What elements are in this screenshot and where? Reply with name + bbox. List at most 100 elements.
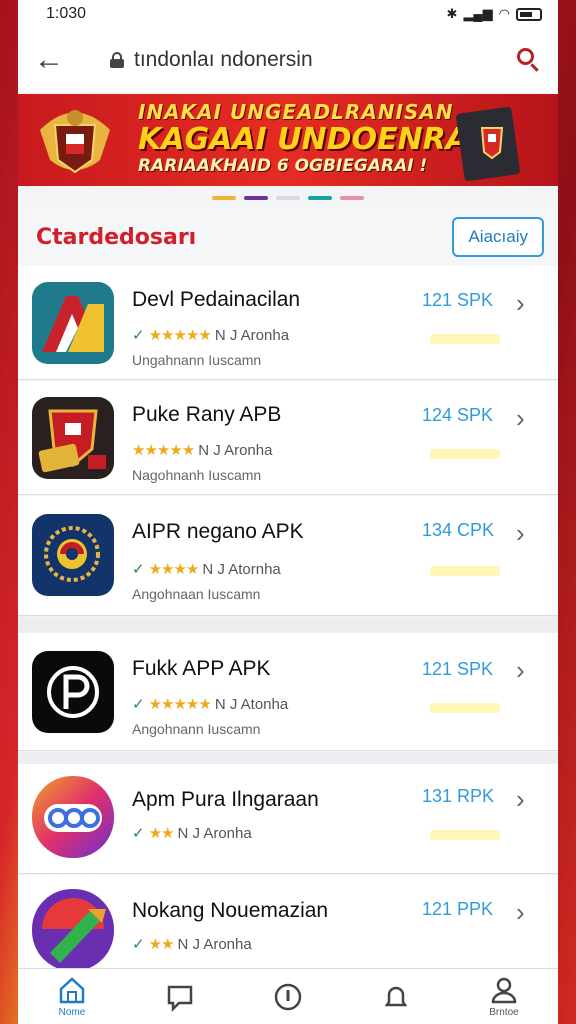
list-item[interactable]: Devl Pedainacilan ✓ ★★★★★ N J Aronha Ung… xyxy=(18,266,558,380)
nav-notifications[interactable] xyxy=(356,982,436,1012)
banner-line-2: KAGAAI UNDOENRAAI xyxy=(138,122,504,157)
signal-icon: ▂▄▆ xyxy=(463,6,493,21)
app-logo-icon xyxy=(32,282,114,364)
section-title: Ctardedosarı xyxy=(36,224,197,250)
app-rating: ✓ ★★ N J Aronha xyxy=(132,824,252,843)
app-developer: Nagohnanh Iuscamn xyxy=(132,467,262,483)
rating-text: N J Aronha xyxy=(198,441,273,459)
app-logo-icon xyxy=(32,397,114,479)
nav-info[interactable] xyxy=(248,982,328,1012)
highlight-bar xyxy=(430,703,500,713)
chevron-right-icon[interactable]: › xyxy=(516,655,525,686)
bottom-navigation: Nome Brntoe xyxy=(18,968,558,1024)
status-bar: 1:030 ✱ ▂▄▆ ◠ xyxy=(18,0,558,28)
app-logo-icon xyxy=(32,651,114,733)
chevron-right-icon[interactable]: › xyxy=(516,288,525,319)
promo-banner[interactable]: INAKAI UNGEADLRANISAN KAGAAI UNDOENRAAI … xyxy=(18,94,558,186)
app-name: AIPR negano APK xyxy=(132,520,304,543)
status-icons: ✱ ▂▄▆ ◠ xyxy=(447,6,542,22)
nav-home[interactable]: Nome xyxy=(32,975,112,1018)
passport-icon xyxy=(456,106,520,182)
app-rating: ✓ ★★★★★ N J Aronha xyxy=(132,326,290,345)
highlight-bar xyxy=(430,830,500,840)
app-name: Apm Pura Ilngaraan xyxy=(132,788,319,811)
verified-icon: ✓ xyxy=(132,561,145,578)
carousel-indicator xyxy=(18,196,558,204)
list-item[interactable]: Fukk APP APK ✓ ★★★★★ N J Atonha Angohnan… xyxy=(18,633,558,751)
app-rating: ✓ ★★★★ N J Atornha xyxy=(132,560,281,579)
carousel-dot[interactable] xyxy=(244,196,268,200)
url-text[interactable]: tındonlaı ndonersin xyxy=(134,48,516,72)
rating-text: N J Atornha xyxy=(202,560,281,578)
app-rating: ✓ ★★ N J Aronha xyxy=(132,935,252,954)
highlight-bar xyxy=(430,566,500,576)
star-rating: ★★★★★ xyxy=(148,696,212,713)
home-icon xyxy=(59,977,85,1004)
banner-line-3: RARIAAKHAID 6 OGBIEGARAI ! xyxy=(138,156,428,176)
rating-text: N J Aronha xyxy=(177,824,252,842)
app-logo-icon xyxy=(32,776,114,858)
rating-text: N J Atonha xyxy=(214,695,289,713)
banner-line-1: INAKAI UNGEADLRANISAN xyxy=(138,100,454,124)
highlight-bar xyxy=(430,449,500,459)
divider xyxy=(18,617,558,633)
carousel-dot[interactable] xyxy=(212,196,236,200)
bell-icon xyxy=(384,986,408,1006)
app-name: Nokang Nouemazian xyxy=(132,899,329,922)
verified-icon: ✓ xyxy=(132,936,145,953)
rating-text: N J Aronha xyxy=(214,326,290,344)
profile-icon xyxy=(491,977,517,1004)
garuda-emblem-icon xyxy=(40,110,110,174)
star-rating: ★★ xyxy=(148,936,175,953)
list-item[interactable]: Puke Rany APB ★★★★★ N J Aronha Nagohnanh… xyxy=(18,381,558,495)
app-name: Fukk APP APK xyxy=(132,657,271,680)
app-developer: Angohnann Iuscamn xyxy=(132,721,261,737)
phone-screen: 1:030 ✱ ▂▄▆ ◠ ← tındonlaı ndonersin INAK… xyxy=(18,0,558,1024)
list-item[interactable]: Nokang Nouemazian ✓ ★★ N J Aronha 121 PP… xyxy=(18,875,558,971)
app-name: Devl Pedainacilan xyxy=(132,288,301,311)
app-name: Puke Rany APB xyxy=(132,403,282,426)
divider xyxy=(18,752,558,764)
highlight-bar xyxy=(430,334,500,344)
verified-icon: ✓ xyxy=(132,825,145,842)
app-developer: Ungahnann Iuscamn xyxy=(132,352,262,368)
verified-icon: ✓ xyxy=(132,696,145,713)
see-all-button[interactable]: Aiacıaiy xyxy=(452,217,544,257)
list-item[interactable]: Apm Pura Ilngaraan ✓ ★★ N J Aronha 131 R… xyxy=(18,764,558,874)
list-item[interactable]: AIPR negano APK ✓ ★★★★ N J Atornha Angoh… xyxy=(18,496,558,616)
chevron-right-icon[interactable]: › xyxy=(516,897,525,928)
star-rating: ★★★★ xyxy=(148,561,200,578)
app-size: 131 RPK xyxy=(422,786,495,806)
bluetooth-icon: ✱ xyxy=(446,6,458,21)
nav-profile[interactable]: Brntoe xyxy=(464,975,544,1018)
chevron-right-icon[interactable]: › xyxy=(516,403,525,434)
carousel-dot[interactable] xyxy=(308,196,332,200)
app-bar: ← tındonlaı ndonersin xyxy=(18,28,558,92)
nav-home-label: Nome xyxy=(58,1007,86,1018)
star-rating: ★★ xyxy=(148,825,175,842)
star-rating: ★★★★★ xyxy=(132,442,195,459)
battery-icon xyxy=(516,7,542,21)
chevron-right-icon[interactable]: › xyxy=(516,518,525,549)
app-developer: Angohnaan Iuscamn xyxy=(132,586,261,602)
rating-text: N J Aronha xyxy=(177,935,252,953)
carousel-dot[interactable] xyxy=(340,196,364,200)
app-size: 134 CPK xyxy=(422,520,495,540)
app-size: 121 PPK xyxy=(422,899,494,919)
nav-profile-label: Brntoe xyxy=(489,1007,519,1018)
app-size: 124 SPK xyxy=(422,405,494,425)
carousel-dot[interactable] xyxy=(276,196,300,200)
app-logo-icon xyxy=(32,889,114,971)
back-arrow-icon[interactable]: ← xyxy=(34,43,70,77)
search-icon[interactable] xyxy=(516,47,542,73)
app-logo-icon xyxy=(32,514,114,596)
chevron-right-icon[interactable]: › xyxy=(516,784,525,815)
lock-icon xyxy=(110,52,124,68)
verified-icon: ✓ xyxy=(132,327,145,344)
nav-messages[interactable] xyxy=(140,982,220,1012)
wifi-icon: ◠ xyxy=(498,6,510,21)
chat-icon xyxy=(167,985,193,1012)
app-size: 121 SPK xyxy=(422,659,494,679)
app-rating: ✓ ★★★★★ N J Atonha xyxy=(132,695,289,714)
info-icon xyxy=(274,983,302,1010)
